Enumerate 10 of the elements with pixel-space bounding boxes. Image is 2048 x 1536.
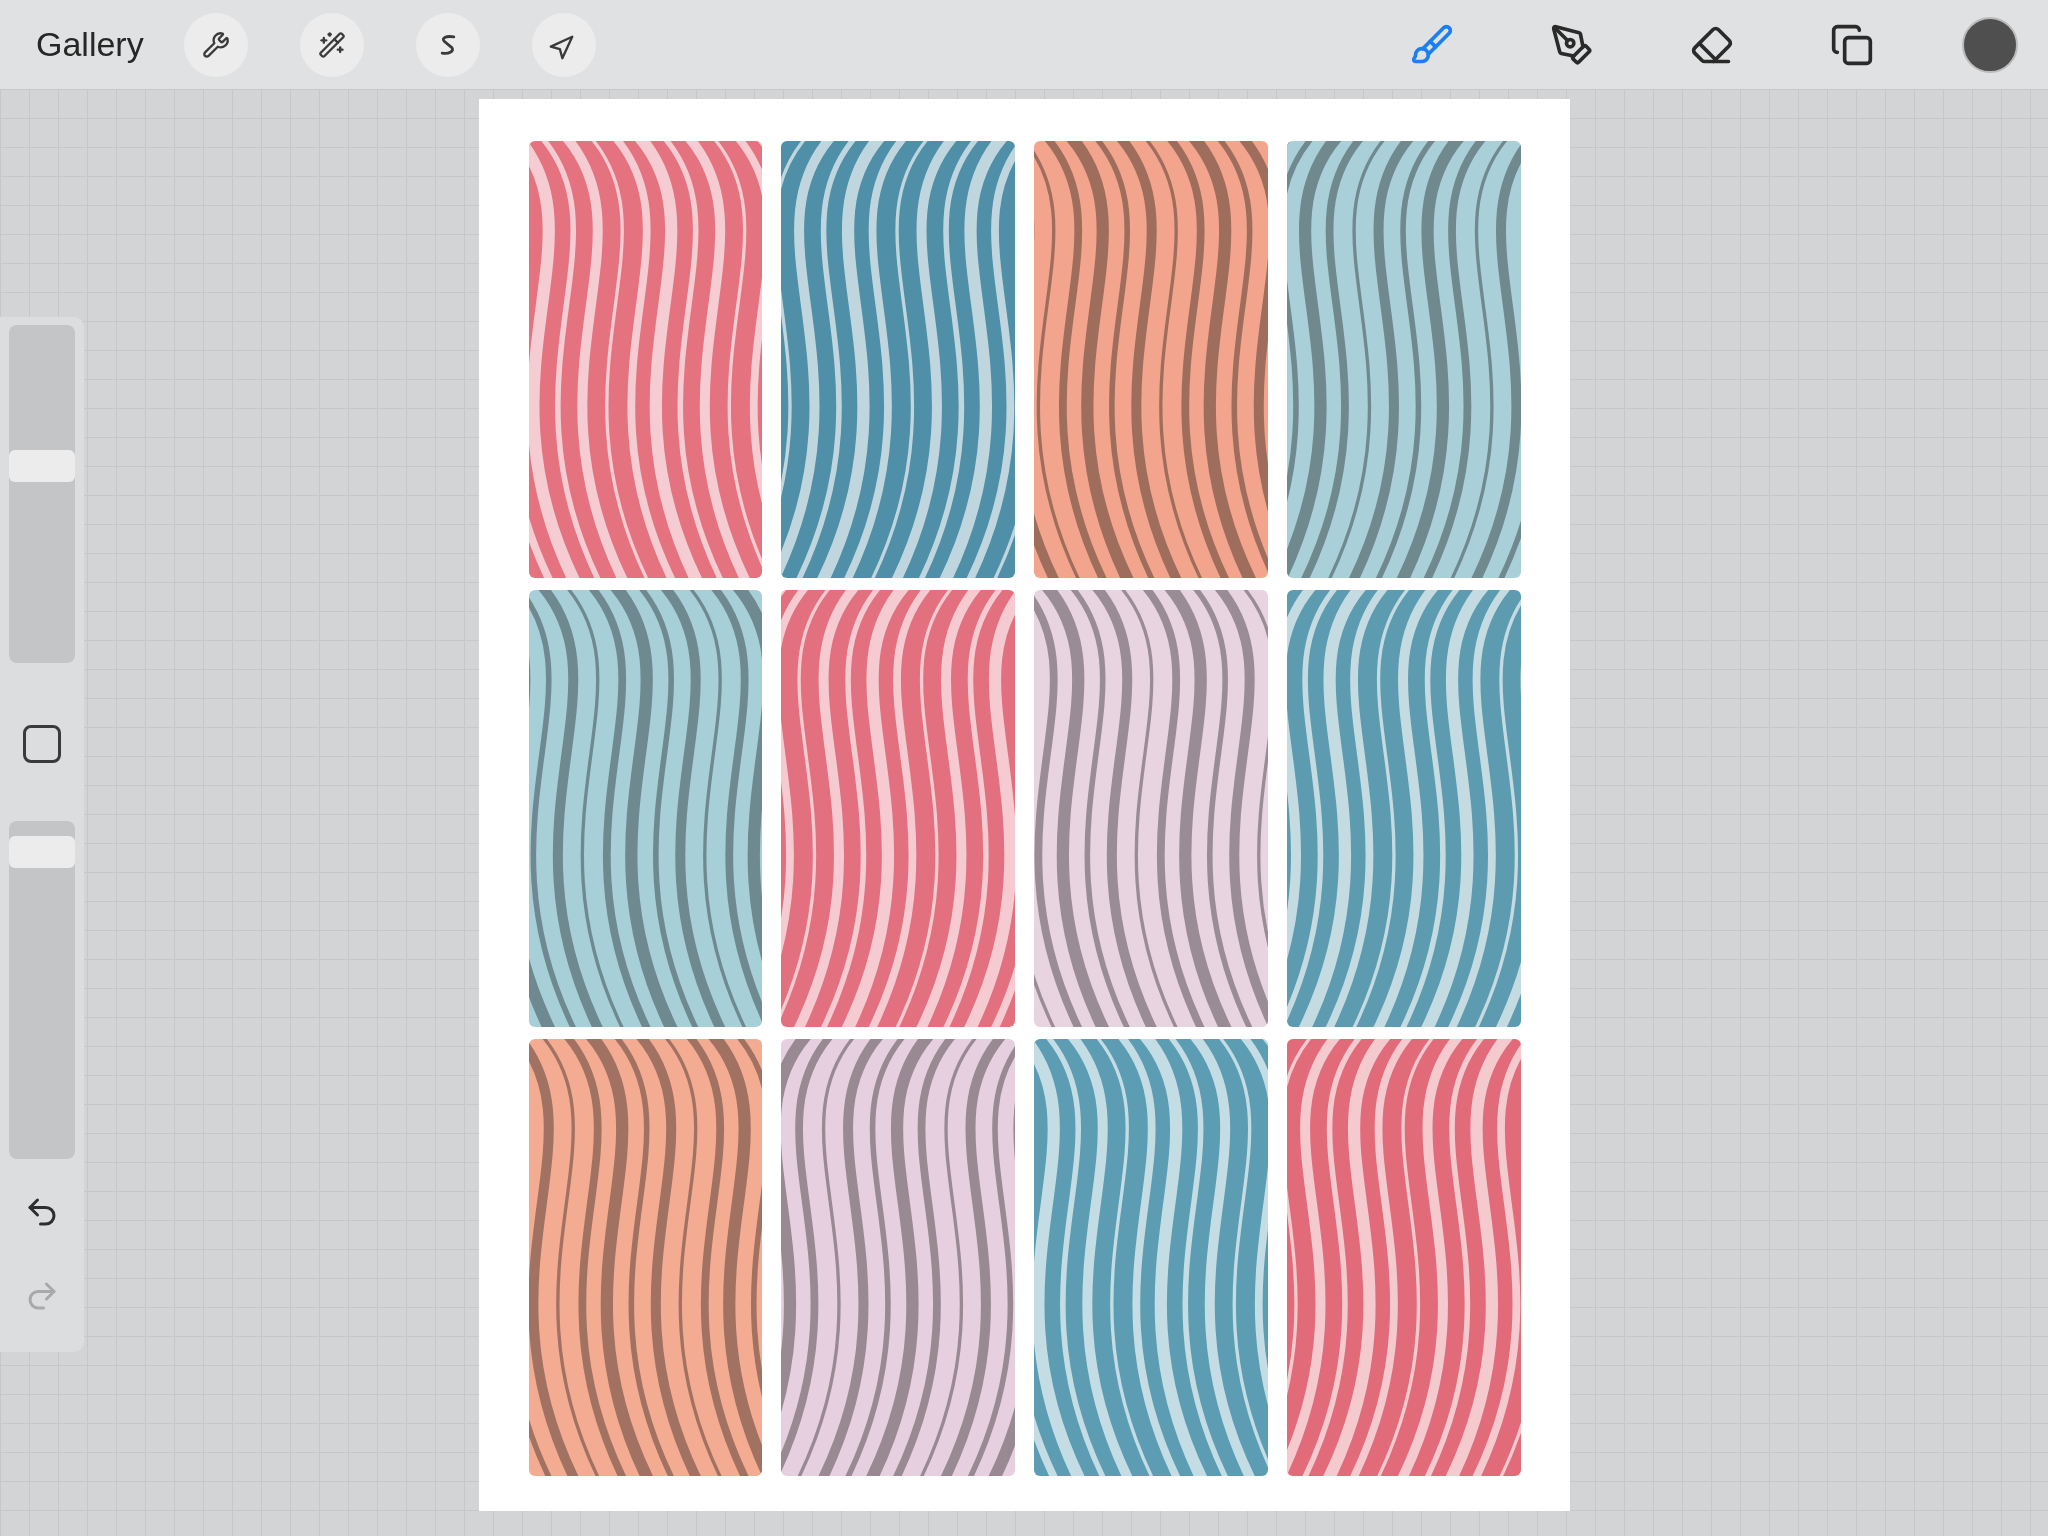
slider-thumb[interactable] [9, 836, 75, 869]
brush-size-slider[interactable] [9, 325, 75, 663]
slider-thumb[interactable] [9, 450, 75, 483]
layers-icon [1830, 22, 1874, 67]
wrench-icon [201, 30, 230, 59]
gallery-link[interactable]: Gallery [36, 19, 144, 70]
pen-nib-icon [1550, 22, 1594, 67]
opacity-slider[interactable] [9, 821, 75, 1159]
modify-button[interactable] [23, 725, 61, 763]
magic-wand-icon [317, 30, 346, 59]
